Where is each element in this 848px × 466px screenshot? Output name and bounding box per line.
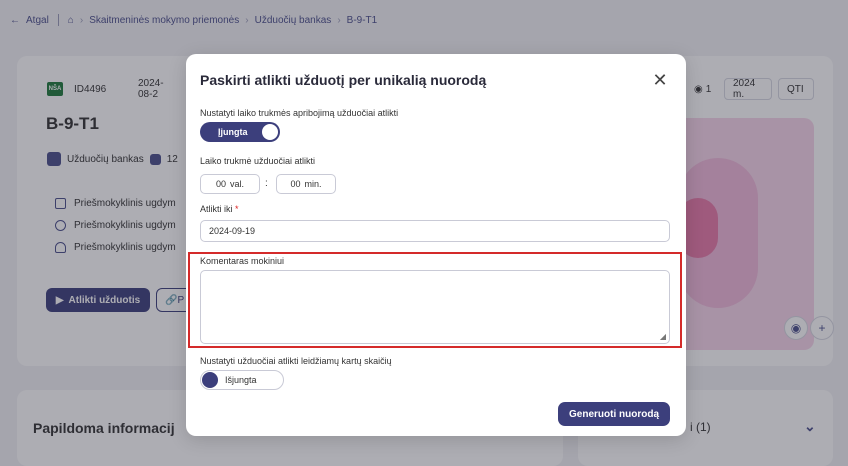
due-date-input[interactable]: 2024-09-19 [200,220,670,242]
time-limit-label: Nustatyti laiko trukmės apribojimą užduo… [200,108,399,118]
time-colon: : [265,178,268,189]
toggle-knob [202,372,218,388]
toggle-off-label: Išjungta [225,375,257,385]
required-marker: * [235,204,239,214]
hours-field[interactable]: 00 val. [200,174,260,194]
toggle-on-label: Įjungta [218,127,248,137]
minutes-unit: min. [304,179,322,189]
time-limit-toggle[interactable]: Įjungta [200,122,280,142]
minutes-field[interactable]: 00 min. [276,174,336,194]
hours-unit: val. [230,179,245,189]
due-date-label: Atlikti iki * [200,204,239,214]
duration-label: Laiko trukmė užduočiai atlikti [200,156,316,166]
assign-link-modal: Paskirti atlikti užduotį per unikalią nu… [186,54,686,436]
comment-label: Komentaras mokiniui [200,256,285,266]
comment-textarea[interactable]: ◢ [200,270,670,344]
attempts-label: Nustatyti užduočiai atlikti leidžiamų ka… [200,356,392,366]
toggle-knob [262,124,278,140]
minutes-value: 00 [290,179,301,189]
due-label-text: Atlikti iki [200,204,233,214]
generate-link-button[interactable]: Generuoti nuorodą [558,402,670,426]
hours-value: 00 [215,179,226,189]
resize-handle-icon[interactable]: ◢ [660,332,666,341]
close-icon[interactable]: ✕ [650,70,670,90]
modal-title: Paskirti atlikti užduotį per unikalią nu… [200,72,487,88]
attempts-toggle[interactable]: Išjungta [200,370,284,390]
